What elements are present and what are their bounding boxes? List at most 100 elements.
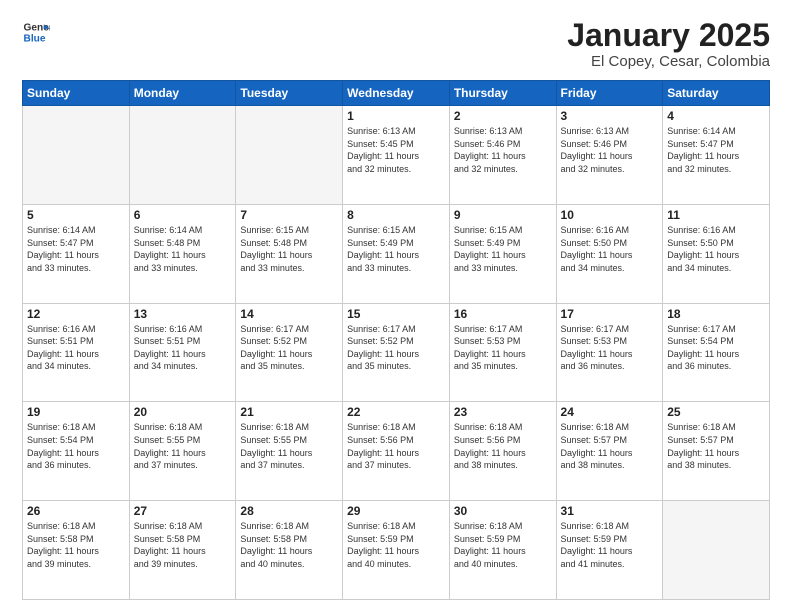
cell-info: Sunrise: 6:13 AM Sunset: 5:46 PM Dayligh… [561, 125, 659, 175]
header-thursday: Thursday [449, 81, 556, 106]
cal-cell: 17 Sunrise: 6:17 AM Sunset: 5:53 PM Dayli… [556, 303, 663, 402]
header-wednesday: Wednesday [343, 81, 450, 106]
day-number: 18 [667, 307, 765, 321]
cell-info: Sunrise: 6:18 AM Sunset: 5:57 PM Dayligh… [561, 421, 659, 471]
cal-cell: 20 Sunrise: 6:18 AM Sunset: 5:55 PM Dayli… [129, 402, 236, 501]
cal-cell: 23 Sunrise: 6:18 AM Sunset: 5:56 PM Dayli… [449, 402, 556, 501]
header-sunday: Sunday [23, 81, 130, 106]
cell-info: Sunrise: 6:18 AM Sunset: 5:58 PM Dayligh… [27, 520, 125, 570]
cal-cell: 30Sunrise: 6:18 AM Sunset: 5:59 PM Dayli… [449, 501, 556, 600]
cell-info: Sunrise: 6:16 AM Sunset: 5:51 PM Dayligh… [27, 323, 125, 373]
cal-cell: 16 Sunrise: 6:17 AM Sunset: 5:53 PM Dayli… [449, 303, 556, 402]
cell-info: Sunrise: 6:18 AM Sunset: 5:59 PM Dayligh… [561, 520, 659, 570]
cal-cell: 28 Sunrise: 6:18 AM Sunset: 5:58 PM Dayli… [236, 501, 343, 600]
title-block: January 2025 El Copey, Cesar, Colombia [567, 18, 770, 70]
cell-info: Sunrise: 6:17 AM Sunset: 5:53 PM Dayligh… [454, 323, 552, 373]
day-number: 6 [134, 208, 232, 222]
day-number: 22 [347, 405, 445, 419]
cal-cell: 6 Sunrise: 6:14 AM Sunset: 5:48 PM Daylig… [129, 204, 236, 303]
header-friday: Friday [556, 81, 663, 106]
cell-info: Sunrise: 6:18 AM Sunset: 5:54 PM Dayligh… [27, 421, 125, 471]
day-number: 2 [454, 109, 552, 123]
logo-icon: General Blue [22, 18, 50, 46]
day-number: 10 [561, 208, 659, 222]
day-number: 17 [561, 307, 659, 321]
cell-info: Sunrise: 6:15 AM Sunset: 5:48 PM Dayligh… [240, 224, 338, 274]
cell-info: Sunrise: 6:18 AM Sunset: 5:55 PM Dayligh… [134, 421, 232, 471]
day-number: 11 [667, 208, 765, 222]
cell-info: Sunrise: 6:17 AM Sunset: 5:54 PM Dayligh… [667, 323, 765, 373]
week-row-5: 26 Sunrise: 6:18 AM Sunset: 5:58 PM Dayli… [23, 501, 770, 600]
cell-info: Sunrise: 6:17 AM Sunset: 5:52 PM Dayligh… [347, 323, 445, 373]
cell-info: Sunrise: 6:14 AM Sunset: 5:47 PM Dayligh… [27, 224, 125, 274]
day-number: 1 [347, 109, 445, 123]
cell-info: Sunrise: 6:14 AM Sunset: 5:47 PM Dayligh… [667, 125, 765, 175]
cell-info: Sunrise: 6:15 AM Sunset: 5:49 PM Dayligh… [347, 224, 445, 274]
cell-info: Sunrise: 6:18 AM Sunset: 5:56 PM Dayligh… [347, 421, 445, 471]
week-row-3: 12 Sunrise: 6:16 AM Sunset: 5:51 PM Dayli… [23, 303, 770, 402]
svg-text:Blue: Blue [24, 33, 46, 44]
week-row-1: 1 Sunrise: 6:13 AM Sunset: 5:45 PM Daylig… [23, 106, 770, 205]
cell-info: Sunrise: 6:18 AM Sunset: 5:59 PM Dayligh… [347, 520, 445, 570]
cell-info: Sunrise: 6:18 AM Sunset: 5:55 PM Dayligh… [240, 421, 338, 471]
cal-cell: 1 Sunrise: 6:13 AM Sunset: 5:45 PM Daylig… [343, 106, 450, 205]
cal-cell: 14Sunrise: 6:17 AM Sunset: 5:52 PM Dayli… [236, 303, 343, 402]
cal-cell: 8Sunrise: 6:15 AM Sunset: 5:49 PM Daylig… [343, 204, 450, 303]
cal-cell: 21 Sunrise: 6:18 AM Sunset: 5:55 PM Dayli… [236, 402, 343, 501]
logo: General Blue [22, 18, 50, 46]
cell-info: Sunrise: 6:18 AM Sunset: 5:56 PM Dayligh… [454, 421, 552, 471]
cal-cell: 3 Sunrise: 6:13 AM Sunset: 5:46 PM Daylig… [556, 106, 663, 205]
day-number: 9 [454, 208, 552, 222]
cal-cell: 15 Sunrise: 6:17 AM Sunset: 5:52 PM Dayli… [343, 303, 450, 402]
cal-cell: 22 Sunrise: 6:18 AM Sunset: 5:56 PM Dayli… [343, 402, 450, 501]
day-number: 14 [240, 307, 338, 321]
cal-cell: 2 Sunrise: 6:13 AM Sunset: 5:46 PM Daylig… [449, 106, 556, 205]
cal-cell: 26 Sunrise: 6:18 AM Sunset: 5:58 PM Dayli… [23, 501, 130, 600]
day-number: 4 [667, 109, 765, 123]
week-row-4: 19 Sunrise: 6:18 AM Sunset: 5:54 PM Dayli… [23, 402, 770, 501]
day-number: 29 [347, 504, 445, 518]
cal-cell: 25Sunrise: 6:18 AM Sunset: 5:57 PM Dayli… [663, 402, 770, 501]
cal-cell: 29 Sunrise: 6:18 AM Sunset: 5:59 PM Dayli… [343, 501, 450, 600]
day-number: 21 [240, 405, 338, 419]
week-row-2: 5Sunrise: 6:14 AM Sunset: 5:47 PM Daylig… [23, 204, 770, 303]
day-number: 20 [134, 405, 232, 419]
day-number: 23 [454, 405, 552, 419]
cell-info: Sunrise: 6:18 AM Sunset: 5:58 PM Dayligh… [134, 520, 232, 570]
cal-cell: 19 Sunrise: 6:18 AM Sunset: 5:54 PM Dayli… [23, 402, 130, 501]
day-number: 13 [134, 307, 232, 321]
day-number: 28 [240, 504, 338, 518]
cal-cell: 24 Sunrise: 6:18 AM Sunset: 5:57 PM Dayli… [556, 402, 663, 501]
cell-info: Sunrise: 6:13 AM Sunset: 5:45 PM Dayligh… [347, 125, 445, 175]
cell-info: Sunrise: 6:16 AM Sunset: 5:50 PM Dayligh… [561, 224, 659, 274]
cell-info: Sunrise: 6:18 AM Sunset: 5:59 PM Dayligh… [454, 520, 552, 570]
cal-cell: 18 Sunrise: 6:17 AM Sunset: 5:54 PM Dayli… [663, 303, 770, 402]
day-number: 19 [27, 405, 125, 419]
header-monday: Monday [129, 81, 236, 106]
header: General Blue January 2025 El Copey, Cesa… [22, 18, 770, 70]
cell-info: Sunrise: 6:14 AM Sunset: 5:48 PM Dayligh… [134, 224, 232, 274]
cal-cell [129, 106, 236, 205]
cell-info: Sunrise: 6:18 AM Sunset: 5:58 PM Dayligh… [240, 520, 338, 570]
cell-info: Sunrise: 6:17 AM Sunset: 5:53 PM Dayligh… [561, 323, 659, 373]
cal-cell: 9 Sunrise: 6:15 AM Sunset: 5:49 PM Daylig… [449, 204, 556, 303]
cal-cell: 4 Sunrise: 6:14 AM Sunset: 5:47 PM Daylig… [663, 106, 770, 205]
subtitle: El Copey, Cesar, Colombia [567, 53, 770, 70]
cal-cell: 12 Sunrise: 6:16 AM Sunset: 5:51 PM Dayli… [23, 303, 130, 402]
cal-cell: 31Sunrise: 6:18 AM Sunset: 5:59 PM Dayli… [556, 501, 663, 600]
day-number: 15 [347, 307, 445, 321]
day-number: 16 [454, 307, 552, 321]
header-saturday: Saturday [663, 81, 770, 106]
cal-cell: 11Sunrise: 6:16 AM Sunset: 5:50 PM Dayli… [663, 204, 770, 303]
day-number: 3 [561, 109, 659, 123]
day-number: 25 [667, 405, 765, 419]
cal-cell: 5Sunrise: 6:14 AM Sunset: 5:47 PM Daylig… [23, 204, 130, 303]
cell-info: Sunrise: 6:16 AM Sunset: 5:51 PM Dayligh… [134, 323, 232, 373]
cell-info: Sunrise: 6:13 AM Sunset: 5:46 PM Dayligh… [454, 125, 552, 175]
day-number: 24 [561, 405, 659, 419]
day-number: 26 [27, 504, 125, 518]
cal-cell: 27Sunrise: 6:18 AM Sunset: 5:58 PM Dayli… [129, 501, 236, 600]
day-number: 12 [27, 307, 125, 321]
cell-info: Sunrise: 6:15 AM Sunset: 5:49 PM Dayligh… [454, 224, 552, 274]
cal-cell [23, 106, 130, 205]
